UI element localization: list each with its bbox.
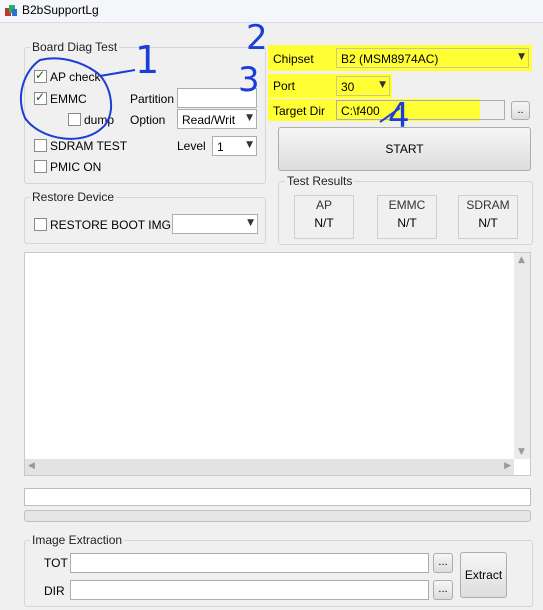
annotation-circle: [20, 57, 401, 140]
annotation-2: 2: [246, 18, 268, 58]
annotation-1: 1: [135, 38, 160, 82]
annotation-4: 4: [388, 96, 410, 136]
annotation-3: 3: [238, 60, 260, 100]
